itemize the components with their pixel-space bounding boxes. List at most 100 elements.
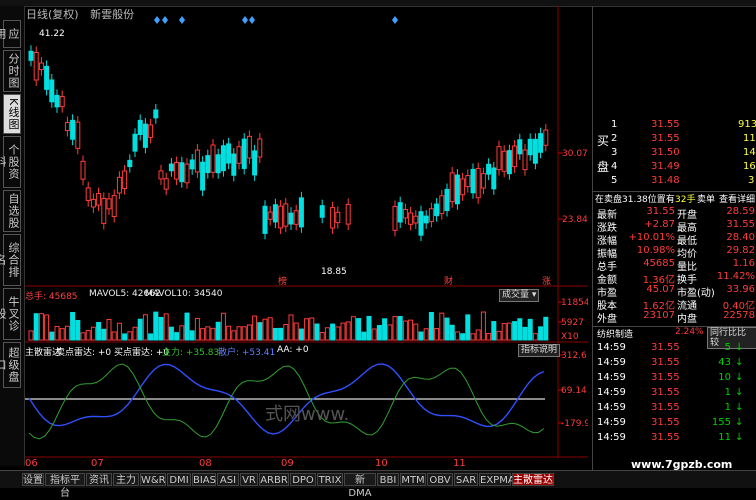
volume-bar [215, 321, 221, 341]
volume-bar [324, 327, 330, 341]
tab-timeshare[interactable]: 分时图 [3, 50, 21, 92]
candle-body [283, 203, 289, 227]
tick-time: 14:59 [597, 402, 626, 413]
candle-body [111, 195, 117, 218]
main-force-label: 主力: +35.83 [162, 348, 220, 358]
tick-price: 31.55 [651, 357, 680, 368]
tab-super-panel[interactable]: 超级盘口 [0, 342, 21, 388]
down-arrow-icon: ↓ [735, 357, 744, 368]
tab-kline[interactable]: K线图 [3, 94, 21, 134]
tab-sar[interactable]: SAR [454, 473, 478, 486]
volume-bar [309, 317, 315, 341]
volume-bar [137, 318, 143, 341]
signal-diamond-icon [162, 16, 168, 24]
volume-bar [475, 329, 481, 341]
tab-dmi[interactable]: DMI [167, 473, 191, 486]
tab-expma[interactable]: EXPMA [479, 473, 515, 486]
candle-body [278, 205, 284, 229]
candle-body [38, 62, 44, 71]
stat-value: 29.82 [726, 245, 755, 256]
marker-rank[interactable]: 榜 [278, 275, 287, 287]
volume-bar [132, 326, 138, 341]
candle-body [220, 145, 226, 172]
order-book-row: 2 31.55 11 [611, 133, 756, 144]
volume-bar [480, 311, 486, 341]
tab-apps[interactable]: 应用 [0, 20, 21, 48]
tab-news[interactable]: 资讯 [86, 473, 112, 486]
ind-axis-label-3: -179.9 [561, 419, 588, 429]
tab-diagnosis[interactable]: 牛叉诊股 [0, 288, 21, 340]
tab-new-dma[interactable]: 新DMA [344, 473, 376, 499]
candle-body [168, 163, 174, 172]
tab-watchlist[interactable]: 自选股 [3, 190, 21, 232]
volume-bar [236, 326, 242, 341]
tab-stock-info[interactable]: 个股资料 [0, 136, 21, 188]
tab-bias[interactable]: BIAS [192, 473, 216, 486]
volume-bar [361, 331, 367, 341]
candle-body [80, 160, 86, 180]
low-price-label: 18.85 [321, 267, 347, 277]
tab-zhusan-radar[interactable]: 主散雷达 [512, 473, 554, 486]
tick-volume: 5 [724, 342, 731, 353]
volume-bar [220, 312, 226, 341]
stat-value: 31.55 [646, 206, 675, 217]
volume-bar [408, 319, 414, 341]
tab-ranking[interactable]: 综合排名 [0, 234, 21, 286]
volume-type-dropdown[interactable]: 成交量 ▾ [499, 289, 540, 302]
tick-row: 14:59 31.55 1 ↓ [593, 387, 756, 399]
candle-body [54, 94, 60, 108]
candle-body [44, 65, 50, 90]
tab-dpo[interactable]: DPO [290, 473, 316, 486]
candle-body [33, 51, 39, 81]
tab-indicator-platform[interactable]: 指标平台 [45, 473, 85, 499]
stat-row: 市盈 45.07 市盈(动) 33.96 [593, 284, 756, 299]
candle-body [246, 135, 252, 159]
tab-main-force[interactable]: 主力 [113, 473, 139, 486]
volume-bar [434, 328, 440, 341]
marker-limit-up[interactable]: 涨 [542, 276, 551, 287]
candle-body [127, 159, 133, 168]
volume-bar [210, 327, 216, 341]
tab-obv[interactable]: OBV [427, 473, 453, 486]
candle-body [486, 163, 492, 175]
tab-asi[interactable]: ASI [217, 473, 239, 486]
volume-bar [319, 332, 325, 341]
tick-row: 14:59 31.55 11 ↓ [593, 432, 756, 444]
candle-body [85, 187, 91, 202]
tick-volume: 10 [718, 372, 731, 383]
volume-bar [231, 330, 237, 341]
candle-body [106, 198, 112, 210]
volume-bar [38, 313, 44, 341]
stat-value: 33.96 [726, 284, 755, 295]
signal-diamond-icon [179, 16, 185, 24]
candle-body [59, 96, 65, 108]
volume-bar [267, 317, 273, 341]
view-detail-link[interactable]: 查看详细 [719, 192, 755, 205]
volume-bar [75, 319, 81, 341]
stat-key: 内盘 [677, 314, 697, 325]
tab-bbi[interactable]: BBI [377, 473, 399, 486]
volume-total-label: 总手: 45685 [25, 292, 78, 302]
volume-bar [44, 314, 50, 341]
indicator-explain-button[interactable]: 指标说明 [518, 344, 561, 357]
volume-bar [376, 325, 382, 341]
marker-finance[interactable]: 财 [444, 275, 453, 287]
chart-area[interactable]: 41.22 18.85 30.07 23.84 榜 财 涨 11854 5927… [25, 6, 590, 458]
candle-body [75, 121, 81, 149]
tab-settings[interactable]: 设置 [22, 473, 44, 486]
candlestick-chart[interactable]: 41.22 18.85 30.07 23.84 榜 财 涨 11854 5927… [25, 6, 590, 458]
candle-body [252, 150, 258, 176]
tab-arbr[interactable]: ARBR [259, 473, 289, 486]
volume-bar [501, 323, 507, 341]
volume-bar [158, 316, 164, 341]
tab-mtm[interactable]: MTM [400, 473, 426, 486]
stat-row: 振幅 10.98% 均价 29.82 [593, 245, 756, 260]
down-arrow-icon: ↓ [735, 342, 744, 353]
volume-bar [397, 315, 403, 341]
sell-single-link[interactable]: 卖单 [697, 192, 715, 205]
volume-bar [122, 333, 128, 341]
tab-trix[interactable]: TRIX [317, 473, 343, 486]
tab-vr[interactable]: VR [240, 473, 258, 486]
tab-wr[interactable]: W&R [140, 473, 166, 486]
down-arrow-icon: ↓ [735, 402, 744, 413]
